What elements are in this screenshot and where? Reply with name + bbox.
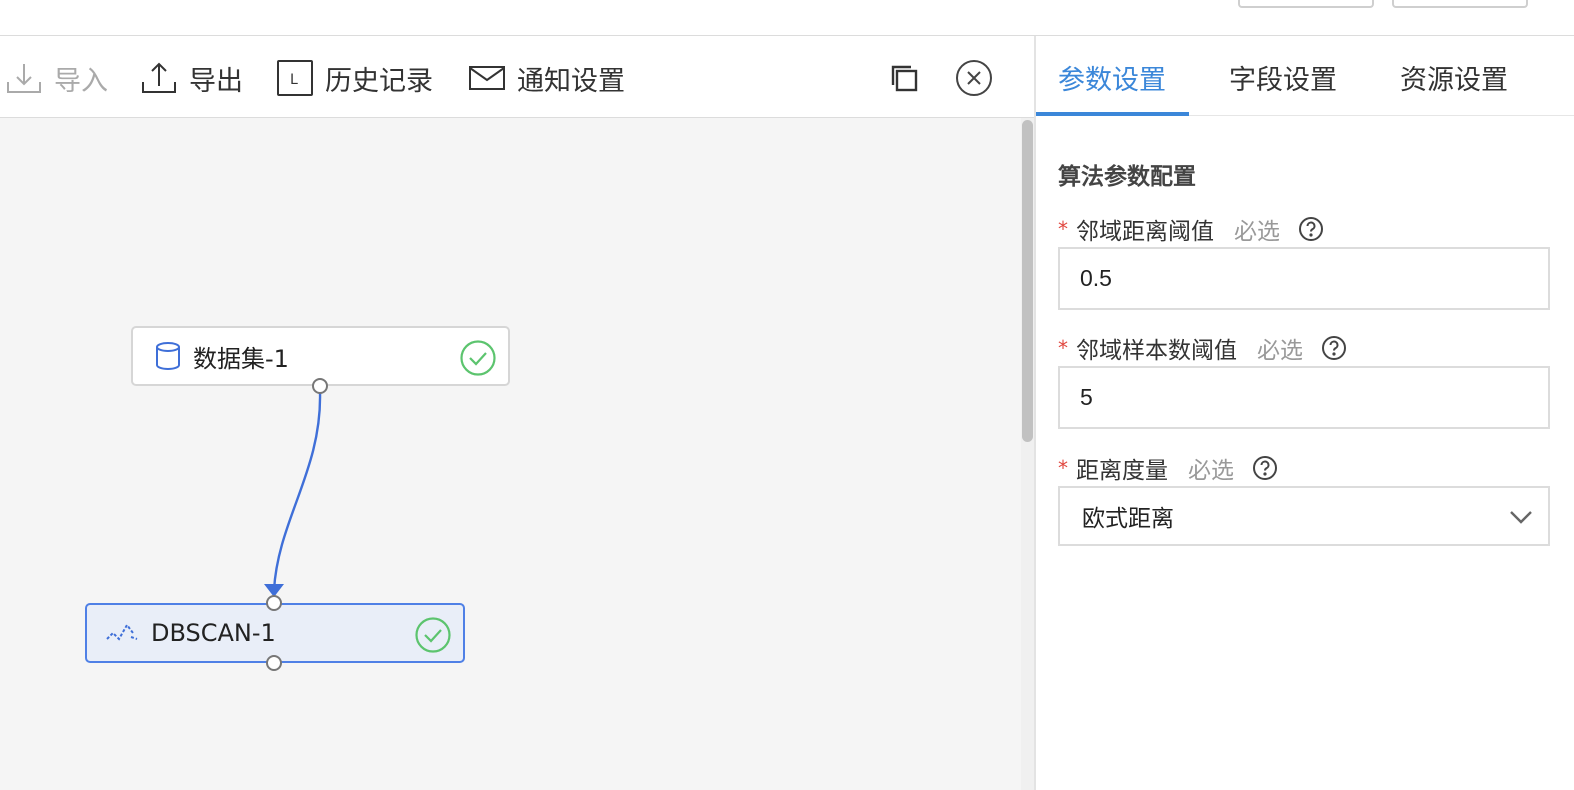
copy-button[interactable] xyxy=(884,58,924,98)
min-samples-input[interactable]: 5 xyxy=(1058,366,1550,429)
history-label: 历史记录 xyxy=(325,65,433,97)
export-label: 导出 xyxy=(189,65,243,97)
tab-fields[interactable]: 字段设置 xyxy=(1229,58,1337,97)
field-label-text: 邻域样本数阈值 xyxy=(1076,338,1237,364)
header-button-1[interactable] xyxy=(1238,0,1374,8)
chevron-down-icon xyxy=(1510,511,1532,524)
cluster-algorithm-icon xyxy=(106,623,138,641)
dbscan-output-port[interactable] xyxy=(266,655,282,671)
history-button[interactable]: L 历史记录 xyxy=(277,58,433,98)
eps-input[interactable]: 0.5 xyxy=(1058,247,1550,310)
history-icon-letter: L xyxy=(290,72,298,88)
canvas-toolbar: 导入 导出 L 历史记录 通知设置 xyxy=(0,36,1034,118)
field-label-text: 邻域距离阈值 xyxy=(1076,219,1214,245)
help-button[interactable] xyxy=(1298,216,1324,242)
export-button[interactable]: 导出 xyxy=(141,58,243,98)
import-label: 导入 xyxy=(54,65,108,97)
field-label-min-samples: * 邻域样本数阈值 必选 xyxy=(1058,332,1347,364)
node-dataset[interactable]: 数据集-1 xyxy=(131,326,510,386)
import-icon xyxy=(7,64,41,93)
field-hint: 必选 xyxy=(1188,458,1234,484)
field-label-metric: * 距离度量 必选 xyxy=(1058,452,1278,484)
import-button[interactable]: 导入 xyxy=(6,58,108,98)
help-button[interactable] xyxy=(1321,335,1347,361)
scrollbar-thumb[interactable] xyxy=(1022,120,1033,442)
canvas-scrollbar[interactable] xyxy=(1021,118,1034,790)
field-hint: 必选 xyxy=(1257,338,1303,364)
field-label-text: 距离度量 xyxy=(1076,458,1168,484)
notify-settings-label: 通知设置 xyxy=(517,65,625,97)
active-tab-indicator xyxy=(1036,112,1189,116)
settings-tabs: 参数设置 字段设置 资源设置 xyxy=(1036,36,1574,116)
question-icon xyxy=(1253,456,1277,480)
close-circle-icon xyxy=(956,60,992,96)
header-button-2[interactable] xyxy=(1392,0,1528,8)
top-header-strip xyxy=(0,0,1574,36)
notify-settings-button[interactable]: 通知设置 xyxy=(469,58,625,98)
select-value: 欧式距离 xyxy=(1082,506,1174,532)
required-mark: * xyxy=(1058,456,1068,480)
question-icon xyxy=(1322,336,1346,360)
tab-params[interactable]: 参数设置 xyxy=(1058,58,1166,97)
tab-resources[interactable]: 资源设置 xyxy=(1400,58,1508,97)
copy-icon xyxy=(891,65,918,92)
dataset-output-port[interactable] xyxy=(312,378,328,394)
mail-icon xyxy=(469,66,505,90)
field-hint: 必选 xyxy=(1234,219,1280,245)
required-mark: * xyxy=(1058,217,1068,241)
workflow-canvas[interactable] xyxy=(0,118,1034,790)
export-icon xyxy=(142,62,176,93)
node-dbscan[interactable]: DBSCAN-1 xyxy=(85,603,465,663)
question-icon xyxy=(1299,217,1323,241)
settings-panel: 参数设置 字段设置 资源设置 算法参数配置 * 邻域距离阈值 必选 0.5 * … xyxy=(1034,36,1574,790)
close-canvas-button[interactable] xyxy=(954,58,994,98)
help-button[interactable] xyxy=(1252,455,1278,481)
database-icon xyxy=(156,342,180,370)
node-label: 数据集-1 xyxy=(193,344,289,373)
history-icon: L xyxy=(277,60,313,96)
required-mark: * xyxy=(1058,336,1068,360)
distance-metric-select[interactable]: 欧式距离 xyxy=(1058,486,1550,546)
dbscan-input-port[interactable] xyxy=(266,595,282,611)
field-label-eps: * 邻域距离阈值 必选 xyxy=(1058,213,1324,245)
section-title: 算法参数配置 xyxy=(1058,164,1196,190)
node-label: DBSCAN-1 xyxy=(151,619,276,647)
success-check-icon xyxy=(415,617,451,653)
success-check-icon xyxy=(460,340,496,376)
